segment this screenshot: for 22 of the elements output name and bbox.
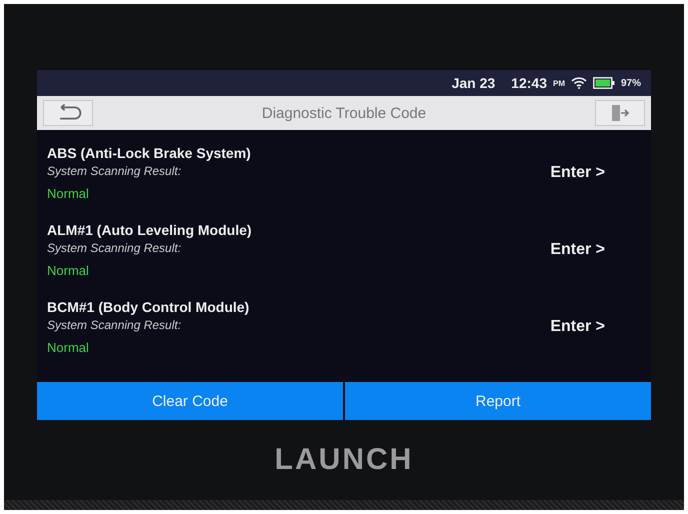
scan-result-status: Normal [47,340,90,354]
battery-percent: 97% [620,78,641,88]
status-time: 12:43 [511,75,547,91]
system-name: ABS (Anti-Lock Brake System) [47,144,251,160]
enter-button[interactable]: Enter > [550,164,605,182]
scan-result-status: Normal [47,186,90,200]
window-title: Diagnostic Trouble Code [262,104,426,122]
system-name: BCM#1 (Body Control Module) [47,298,250,314]
enter-button[interactable]: Enter > [550,240,605,258]
wifi-icon [570,77,587,89]
status-ampm: PM [552,78,565,88]
scan-result-label: System Scanning Result: [47,240,182,254]
brand-logo-text: LAUNCH [274,443,414,477]
battery-icon [592,77,615,89]
status-date: Jan 23 [452,75,496,91]
system-name: ALM#1 (Auto Leveling Module) [47,222,252,238]
exit-door-icon [610,104,630,122]
scan-result-label: System Scanning Result: [47,164,182,178]
back-button[interactable] [43,100,93,126]
scan-result-status: Normal [47,262,90,278]
enter-button[interactable]: Enter > [550,318,605,336]
scan-result-label: System Scanning Result: [47,318,182,332]
